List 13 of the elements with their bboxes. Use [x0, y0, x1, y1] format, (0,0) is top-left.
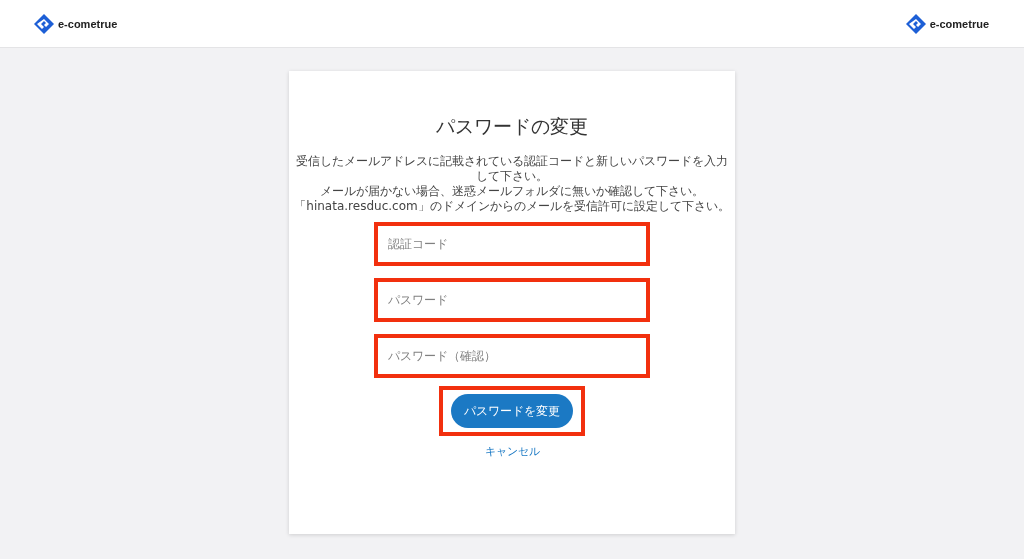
- instruction-text: 受信したメールアドレスに記載されている認証コードと新しいパスワードを入力して下さい。: [295, 154, 729, 184]
- input-field[interactable]: パスワード（確認）: [374, 334, 650, 378]
- input-field[interactable]: 認証コード: [374, 222, 650, 266]
- instruction-text: メールが届かない場合、迷惑メールフォルダに無いか確認して下さい。: [319, 184, 705, 199]
- logo-icon: [34, 13, 54, 34]
- logo-text: e-cometrue: [929, 17, 989, 30]
- logo-icon: [905, 13, 926, 34]
- input-field[interactable]: パスワード: [374, 278, 650, 322]
- logo-text: e-cometrue: [58, 17, 118, 30]
- instruction-text: 「hinata.resduc.com」のドメインからのメールを受信許可に設定して下さい。: [294, 199, 730, 214]
- cancel-link[interactable]: キャンセル: [484, 444, 540, 459]
- page-title: パスワードの変更: [436, 114, 588, 139]
- change-password-button[interactable]: パスワードを変更: [451, 394, 573, 428]
